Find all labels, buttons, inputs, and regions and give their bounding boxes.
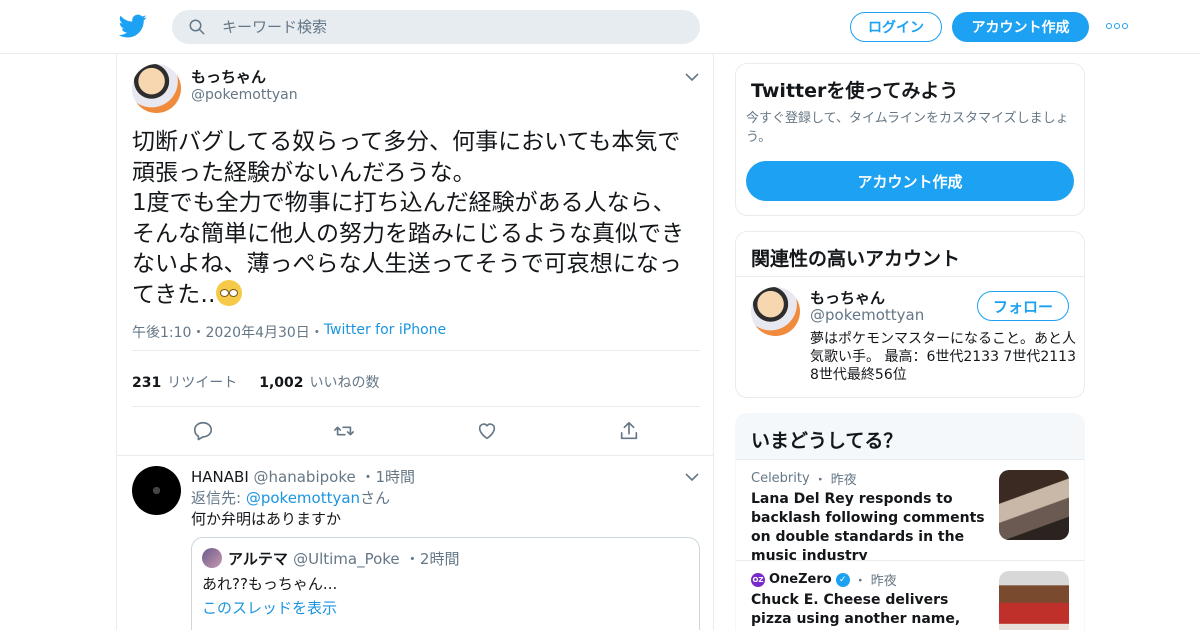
tweet-text: 切断バグしてる奴らって多分、何事においても本気で 頑張った経験がないんだろうな。… [132,127,704,310]
meta-separator: ・ [853,574,867,589]
emoji-pleading-icon [215,279,242,306]
top-bar: ログイン アカウント作成 [0,0,1200,54]
reply-header: HANABI @hanabipoke ・1時間 [191,466,415,487]
quote-header: アルテマ @Ultima_Poke ・2時間 [228,548,459,569]
tweet-author-handle[interactable]: @pokemottyan [191,87,298,103]
chevron-down-icon[interactable] [685,472,699,482]
chevron-down-icon[interactable] [685,72,699,82]
related-title: 関連性の高いアカウント [751,248,961,270]
follow-button[interactable]: フォロー [977,291,1069,321]
retweet-icon[interactable] [333,420,355,442]
trend-meta: Celebrity ・昨夜 [751,469,857,488]
trend-meta: OZ OneZero ✓ ・昨夜 [751,570,897,589]
trends-card: いまどうしてる？ Celebrity ・昨夜 Lana Del Rey resp… [735,413,1085,630]
meta-separator: ・ [191,325,206,341]
replying-suffix: さん [360,489,391,507]
meta-separator: ・ [404,550,420,568]
signup-card: Twitterを使ってみよう 今すぐ登録して、タイムラインをカスタマイズしましょ… [735,63,1085,216]
reply-author-handle[interactable]: @hanabipoke [254,468,356,486]
tweet-author-name[interactable]: もっちゃん [191,66,266,87]
trend-source: OneZero [769,572,832,587]
tweet-time[interactable]: 午後1:10 [132,322,191,342]
meta-separator: ・ [360,468,376,486]
reply-time[interactable]: 1時間 [376,468,416,486]
like-stat[interactable]: 1,002 いいねの数 [259,372,379,392]
onezero-logo: OZ [751,572,765,587]
quote-time: 2時間 [419,550,460,568]
trend-time: 昨夜 [870,574,897,589]
related-avatar[interactable] [751,287,800,336]
divider [117,455,713,456]
tweet-body: 切断バグしてる奴らって多分、何事においても本気で 頑張った経験がないんだろうな。… [132,129,684,308]
quote-author-avatar [202,548,222,568]
trend-title: Lana Del Rey responds to backlash follow… [751,491,985,564]
quote-author-name: アルテマ [228,550,288,568]
trend-time: 昨夜 [830,473,857,488]
signup-card-title: Twitterを使ってみよう [751,80,959,102]
like-count: 1,002 [259,375,304,391]
search-bar[interactable] [172,10,700,44]
tweet-stats: 231 リツイート 1,002 いいねの数 [132,372,380,392]
signup-card-button[interactable]: アカウント作成 [746,161,1074,201]
divider [132,350,700,351]
like-icon[interactable] [476,420,498,442]
quoted-tweet[interactable]: アルテマ @Ultima_Poke ・2時間 あれ??もっちゃん... このスレ… [191,537,700,630]
quote-text: あれ??もっちゃん... [202,575,338,593]
related-bio: 夢はポケモンマスターになること。あと人気歌い手。 最高：6世代2133 7世代2… [810,331,1076,383]
related-accounts-card: 関連性の高いアカウント もっちゃん @pokemottyan フォロー 夢はポケ… [735,231,1085,398]
verified-icon: ✓ [835,572,850,587]
divider [736,276,1084,277]
like-label: いいねの数 [309,375,380,391]
search-icon [189,19,205,35]
share-icon[interactable] [618,420,640,442]
trend-title: Chuck E. Cheese delivers pizza using ano… [751,592,961,627]
tweet-meta: 午後1:10 ・ 2020年4月30日 ・ Twitter for iPhone [132,322,446,342]
retweet-count: 231 [132,375,162,391]
meta-separator: ・ [813,473,827,488]
replying-to-link[interactable]: @pokemottyan [246,489,360,507]
trend-image [999,571,1069,630]
show-thread-link[interactable]: このスレッドを表示 [202,597,337,618]
login-button[interactable]: ログイン [850,12,942,42]
reply-text: 何か弁明はありますか [191,510,342,528]
signup-button[interactable]: アカウント作成 [952,12,1089,42]
replying-to: 返信先: @pokemottyanさん [191,487,390,508]
signup-card-desc: 今すぐ登録して、タイムラインをカスタマイズしましょう。 [746,111,1069,145]
tweet-date[interactable]: 2020年4月30日 [205,322,309,342]
related-handle[interactable]: @pokemottyan [810,306,924,324]
trends-title: いまどうしてる？ [751,430,903,452]
more-icon[interactable] [1106,18,1130,34]
search-input[interactable] [222,10,682,44]
replying-prefix: 返信先: [191,489,242,507]
main-column: もっちゃん @pokemottyan 切断バグしてる奴らって多分、何事においても… [116,54,714,630]
twitter-bird-icon[interactable] [118,12,148,40]
tweet-author-avatar[interactable] [132,64,181,113]
tweet-source[interactable]: Twitter for iPhone [324,322,446,342]
retweet-stat[interactable]: 231 リツイート [132,372,237,392]
trend-item[interactable]: OZ OneZero ✓ ・昨夜 Chuck E. Cheese deliver… [736,560,1084,630]
reply-author-name[interactable]: HANABI [191,468,249,486]
related-name[interactable]: もっちゃん [810,287,885,308]
quote-author-handle: @Ultima_Poke [293,550,400,568]
trend-image [999,470,1069,540]
reply-icon[interactable] [192,420,214,442]
trend-item[interactable]: Celebrity ・昨夜 Lana Del Rey responds to b… [736,459,1084,564]
reply-author-avatar[interactable] [132,466,181,515]
meta-separator: ・ [309,325,324,341]
retweet-label: リツイート [167,375,238,391]
trend-category: Celebrity [751,471,810,486]
divider [132,406,700,407]
